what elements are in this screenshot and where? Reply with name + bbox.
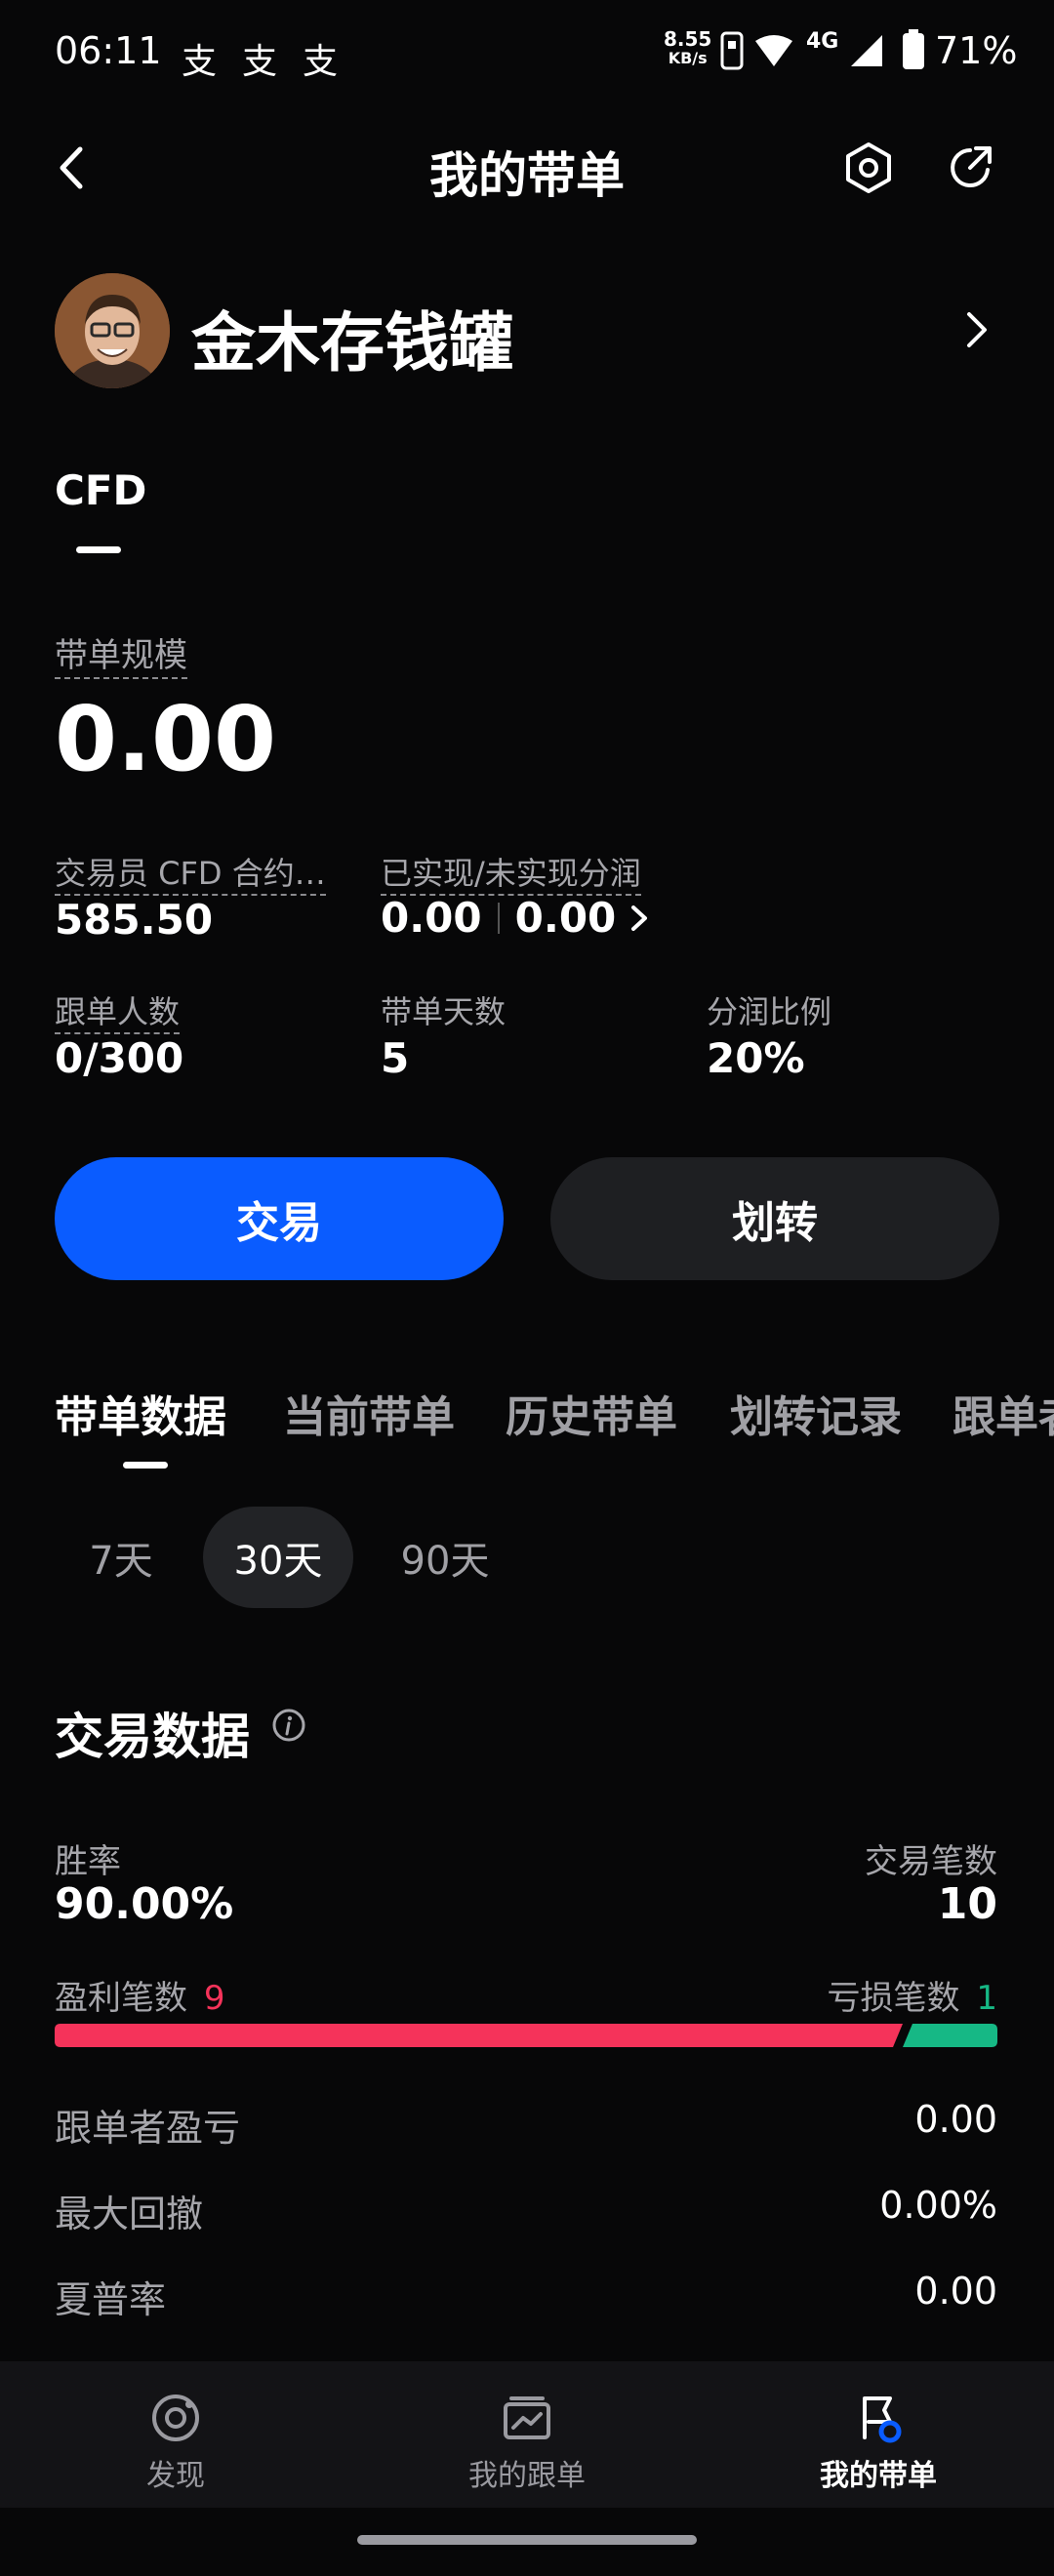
profit-share-values[interactable]: 0.00 0.00 bbox=[381, 894, 655, 942]
avatar[interactable] bbox=[55, 273, 170, 388]
info-icon[interactable] bbox=[271, 1708, 306, 1743]
wifi-icon bbox=[755, 35, 792, 66]
followers-label[interactable]: 跟单人数 bbox=[55, 987, 181, 1034]
tab-history-orders[interactable]: 历史带单 bbox=[506, 1382, 677, 1444]
win-bar-segment bbox=[55, 2024, 903, 2047]
sharpe-value: 0.00 bbox=[914, 2270, 997, 2313]
nav-discover[interactable]: 发现 bbox=[0, 2391, 351, 2494]
status-bar: 06:11 支 支 支 8.55 KB/s 4G 71% bbox=[0, 0, 1054, 107]
tab-transfer-records[interactable]: 划转记录 bbox=[730, 1382, 902, 1444]
followers-value: 0/300 bbox=[55, 1034, 184, 1082]
network-type: 4G bbox=[806, 29, 839, 54]
avatar-image bbox=[55, 273, 170, 388]
trade-button[interactable]: 交易 bbox=[55, 1157, 504, 1280]
hexagon-settings-icon bbox=[846, 142, 891, 193]
loss-count-label: 亏损笔数 bbox=[827, 1979, 960, 2018]
tab-followers[interactable]: 跟单者 bbox=[953, 1382, 1054, 1444]
bottom-nav: 发现 我的跟单 我的带单 bbox=[0, 2361, 1054, 2508]
unrealized-value: 0.00 bbox=[514, 894, 617, 942]
win-rate-value: 90.00% bbox=[55, 1879, 234, 1929]
days-value: 5 bbox=[381, 1034, 410, 1082]
loss-count-value: 1 bbox=[976, 1979, 997, 2018]
trade-count-label: 交易笔数 bbox=[865, 1842, 997, 1881]
max-drawdown-value: 0.00% bbox=[879, 2184, 997, 2227]
scale-label[interactable]: 带单规模 bbox=[55, 628, 187, 679]
profit-count-value: 9 bbox=[203, 1979, 225, 2018]
loss-count: 亏损笔数 1 bbox=[828, 1971, 997, 2019]
scale-value: 0.00 bbox=[55, 687, 276, 791]
discover-icon bbox=[152, 2395, 199, 2441]
flag-icon bbox=[863, 2396, 902, 2443]
nfc-icon bbox=[720, 31, 744, 70]
sharpe-label: 夏普率 bbox=[55, 2278, 167, 2321]
trader-contract-label[interactable]: 交易员 CFD 合约… bbox=[55, 849, 326, 896]
profile-detail-button[interactable] bbox=[937, 291, 1015, 369]
follower-pnl-label: 跟单者盈亏 bbox=[55, 2107, 241, 2150]
tab-current-orders[interactable]: 当前带单 bbox=[283, 1382, 455, 1444]
profit-count-label: 盈利笔数 bbox=[55, 1979, 187, 2018]
profile-name[interactable]: 金木存钱罐 bbox=[191, 291, 513, 384]
net-speed: 8.55 KB/s bbox=[664, 27, 712, 67]
nav-my-copy-trading[interactable]: 我的带单 bbox=[703, 2391, 1054, 2494]
period-30d[interactable]: 30天 bbox=[203, 1507, 353, 1608]
alipay-notification-icon: 支 bbox=[182, 42, 218, 82]
trade-count-value: 10 bbox=[937, 1879, 997, 1929]
battery-percent: 71% bbox=[935, 29, 1018, 72]
ratio-label: 分润比例 bbox=[707, 993, 832, 1030]
battery-icon bbox=[903, 29, 924, 69]
follower-pnl-value: 0.00 bbox=[914, 2098, 997, 2141]
chart-board-icon bbox=[504, 2396, 550, 2439]
tab-followers-clip: 跟单者 bbox=[953, 1366, 1054, 1444]
profit-share-label[interactable]: 已实现/未实现分润 bbox=[381, 849, 641, 896]
share-button[interactable] bbox=[931, 129, 1009, 207]
account-tab-indicator bbox=[76, 546, 121, 553]
chevron-right-icon bbox=[631, 905, 648, 931]
period-7d[interactable]: 7天 bbox=[55, 1507, 187, 1608]
days-label: 带单天数 bbox=[381, 993, 507, 1030]
alipay-notification-icon: 支 bbox=[242, 42, 278, 82]
divider bbox=[497, 902, 500, 934]
trade-data-title: 交易数据 bbox=[55, 1709, 250, 1765]
status-time: 06:11 bbox=[55, 29, 162, 72]
win-rate-label: 胜率 bbox=[55, 1842, 121, 1881]
home-indicator[interactable] bbox=[357, 2535, 697, 2545]
chevron-right-icon bbox=[967, 312, 987, 347]
profit-count: 盈利笔数 9 bbox=[55, 1971, 224, 2019]
realized-value: 0.00 bbox=[381, 894, 482, 942]
period-90d[interactable]: 90天 bbox=[369, 1507, 521, 1608]
alipay-notification-icon: 支 bbox=[303, 42, 339, 82]
tab-indicator bbox=[123, 1462, 168, 1469]
trader-contract-value: 585.50 bbox=[55, 896, 214, 944]
ratio-value: 20% bbox=[707, 1034, 805, 1082]
settings-button[interactable] bbox=[830, 129, 908, 207]
loss-bar-segment bbox=[903, 2024, 997, 2047]
account-tab-cfd[interactable]: CFD bbox=[55, 466, 146, 514]
transfer-button[interactable]: 划转 bbox=[550, 1157, 999, 1280]
share-icon bbox=[951, 146, 992, 187]
win-loss-bar bbox=[55, 2024, 997, 2047]
signal-icon bbox=[851, 35, 882, 66]
nav-my-follows[interactable]: 我的跟单 bbox=[351, 2391, 703, 2494]
tab-copy-data[interactable]: 带单数据 bbox=[55, 1382, 226, 1444]
max-drawdown-label: 最大回撤 bbox=[55, 2193, 204, 2235]
